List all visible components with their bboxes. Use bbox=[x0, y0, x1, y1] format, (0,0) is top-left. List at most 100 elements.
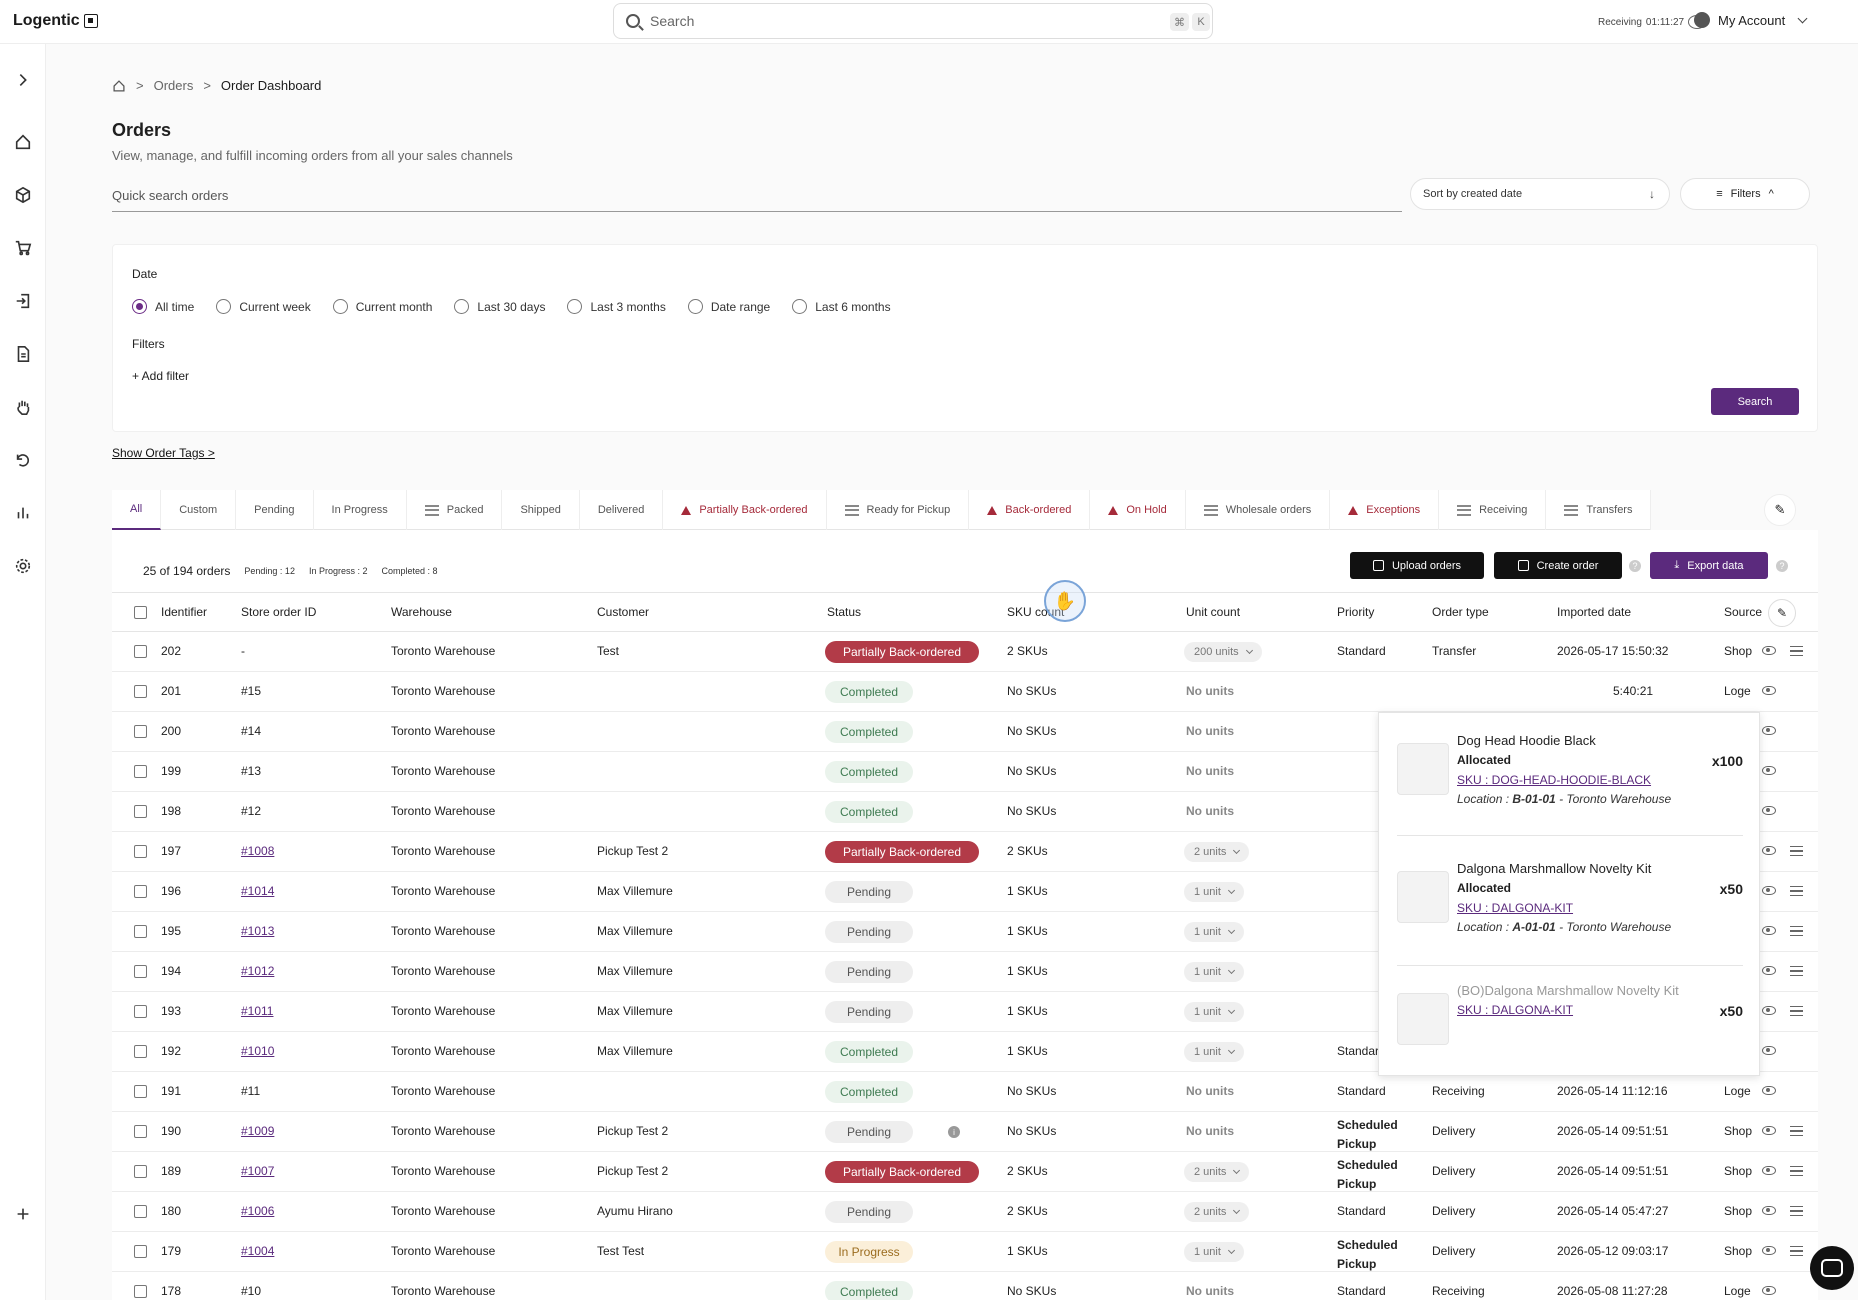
row-checkbox[interactable] bbox=[134, 765, 147, 778]
row-checkbox[interactable] bbox=[134, 1085, 147, 1098]
order-identifier[interactable]: 180 bbox=[161, 1204, 181, 1218]
tab-packed[interactable]: Packed bbox=[407, 490, 503, 530]
unit-count-dropdown[interactable]: 1 unit bbox=[1184, 1002, 1244, 1022]
store-order-id[interactable]: #1008 bbox=[241, 844, 274, 858]
row-checkbox[interactable] bbox=[134, 885, 147, 898]
expand-icon[interactable] bbox=[13, 70, 33, 90]
eye-icon[interactable] bbox=[1762, 886, 1776, 895]
date-radio-option[interactable]: Current month bbox=[332, 299, 432, 314]
document-icon[interactable] bbox=[13, 344, 33, 364]
table-row[interactable]: 189 #1007 Toronto Warehouse Pickup Test 2 Pa… bbox=[112, 1152, 1818, 1192]
tab-in-progress[interactable]: In Progress bbox=[314, 490, 407, 530]
menu-icon[interactable] bbox=[1790, 646, 1803, 656]
order-identifier[interactable]: 178 bbox=[161, 1284, 181, 1298]
row-checkbox[interactable] bbox=[134, 965, 147, 978]
table-row[interactable]: 179 #1004 Toronto Warehouse Test Test In Pro… bbox=[112, 1232, 1818, 1272]
column-header[interactable]: Customer bbox=[597, 605, 649, 619]
tab-shipped[interactable]: Shipped bbox=[502, 490, 580, 530]
menu-icon[interactable] bbox=[1790, 966, 1803, 976]
eye-icon[interactable] bbox=[1762, 966, 1776, 975]
eye-icon[interactable] bbox=[1762, 646, 1776, 655]
eye-icon[interactable] bbox=[1762, 1246, 1776, 1255]
unit-count-dropdown[interactable]: 1 unit bbox=[1184, 882, 1244, 902]
row-checkbox[interactable] bbox=[134, 1045, 147, 1058]
order-identifier[interactable]: 195 bbox=[161, 924, 181, 938]
order-identifier[interactable]: 198 bbox=[161, 804, 181, 818]
row-checkbox[interactable] bbox=[134, 1205, 147, 1218]
tab-custom[interactable]: Custom bbox=[161, 490, 237, 530]
breadcrumb-orders[interactable]: Orders bbox=[154, 78, 194, 93]
chat-button[interactable] bbox=[1810, 1246, 1854, 1290]
chart-icon[interactable] bbox=[13, 503, 33, 523]
store-order-id[interactable]: #1007 bbox=[241, 1164, 274, 1178]
row-checkbox[interactable] bbox=[134, 845, 147, 858]
order-identifier[interactable]: 200 bbox=[161, 724, 181, 738]
order-identifier[interactable]: 190 bbox=[161, 1124, 181, 1138]
date-radio-option[interactable]: Current week bbox=[216, 299, 311, 314]
eye-icon[interactable] bbox=[1762, 846, 1776, 855]
home-icon[interactable] bbox=[13, 132, 33, 152]
hand-icon[interactable] bbox=[13, 397, 33, 417]
unit-count-dropdown[interactable]: 2 units bbox=[1184, 842, 1250, 862]
unit-count-dropdown[interactable]: 1 unit bbox=[1184, 922, 1244, 942]
store-order-id[interactable]: #1004 bbox=[241, 1244, 274, 1258]
order-identifier[interactable]: 196 bbox=[161, 884, 181, 898]
store-order-id[interactable]: #1009 bbox=[241, 1124, 274, 1138]
filters-toggle-button[interactable]: ≡ Filters ^ bbox=[1680, 178, 1810, 210]
edit-tabs-button[interactable]: ✎ bbox=[1764, 494, 1796, 526]
tab-pending[interactable]: Pending bbox=[236, 490, 314, 530]
return-icon[interactable] bbox=[13, 450, 33, 470]
order-identifier[interactable]: 189 bbox=[161, 1164, 181, 1178]
eye-icon[interactable] bbox=[1762, 766, 1776, 775]
store-order-id[interactable]: #1012 bbox=[241, 964, 274, 978]
row-checkbox[interactable] bbox=[134, 925, 147, 938]
unit-count-dropdown[interactable]: 2 units bbox=[1184, 1162, 1250, 1182]
row-checkbox[interactable] bbox=[134, 645, 147, 658]
tab-partially-back-ordered[interactable]: Partially Back-ordered bbox=[663, 490, 827, 530]
date-radio-option[interactable]: All time bbox=[132, 299, 194, 314]
sort-select[interactable]: Sort by created date ↓ bbox=[1410, 178, 1670, 210]
show-order-tags-link[interactable]: Show Order Tags > bbox=[112, 446, 215, 460]
cart-icon[interactable] bbox=[13, 238, 33, 258]
menu-icon[interactable] bbox=[1790, 1006, 1803, 1016]
plus-icon[interactable] bbox=[13, 1204, 33, 1224]
row-checkbox[interactable] bbox=[134, 1245, 147, 1258]
store-order-id[interactable]: #1014 bbox=[241, 884, 274, 898]
column-header[interactable]: Identifier bbox=[161, 605, 207, 619]
create-order-button[interactable]: Create order bbox=[1494, 552, 1622, 579]
help-icon[interactable]: ? bbox=[1629, 560, 1641, 572]
column-header[interactable]: Source bbox=[1724, 605, 1762, 619]
eye-icon[interactable] bbox=[1762, 1286, 1776, 1295]
column-header[interactable]: Imported date bbox=[1557, 605, 1631, 619]
table-row[interactable]: 180 #1006 Toronto Warehouse Ayumu Hirano Pen… bbox=[112, 1192, 1818, 1232]
import-icon[interactable] bbox=[13, 291, 33, 311]
tab-transfers[interactable]: Transfers bbox=[1546, 490, 1652, 530]
unit-count-dropdown[interactable]: 2 units bbox=[1184, 1202, 1250, 1222]
eye-icon[interactable] bbox=[1762, 686, 1776, 695]
eye-icon[interactable] bbox=[1762, 926, 1776, 935]
row-checkbox[interactable] bbox=[134, 805, 147, 818]
menu-icon[interactable] bbox=[1790, 886, 1803, 896]
store-order-id[interactable]: #1011 bbox=[241, 1004, 273, 1018]
unit-count-dropdown[interactable]: 1 unit bbox=[1184, 1042, 1244, 1062]
eye-icon[interactable] bbox=[1762, 726, 1776, 735]
menu-icon[interactable] bbox=[1790, 926, 1803, 936]
tab-wholesale-orders[interactable]: Wholesale orders bbox=[1186, 490, 1331, 530]
tab-ready-for-pickup[interactable]: Ready for Pickup bbox=[827, 490, 970, 530]
eye-icon[interactable] bbox=[1762, 1206, 1776, 1215]
row-checkbox[interactable] bbox=[134, 1285, 147, 1298]
add-filter-button[interactable]: + Add filter bbox=[132, 369, 189, 383]
order-identifier[interactable]: 191 bbox=[161, 1084, 181, 1098]
order-identifier[interactable]: 179 bbox=[161, 1244, 181, 1258]
eye-icon[interactable] bbox=[1762, 806, 1776, 815]
table-row[interactable]: 178 #10 Toronto Warehouse Completed No SKUs N… bbox=[112, 1272, 1818, 1300]
column-header[interactable]: Store order ID bbox=[241, 605, 316, 619]
column-header[interactable]: Priority bbox=[1337, 605, 1374, 619]
column-header[interactable]: Order type bbox=[1432, 605, 1489, 619]
order-identifier[interactable]: 192 bbox=[161, 1044, 181, 1058]
info-icon[interactable]: i bbox=[948, 1126, 960, 1138]
sku-link[interactable]: SKU : DALGONA-KIT bbox=[1457, 901, 1573, 915]
order-identifier[interactable]: 197 bbox=[161, 844, 181, 858]
column-header[interactable]: Status bbox=[827, 605, 861, 619]
date-radio-option[interactable]: Last 6 months bbox=[792, 299, 891, 314]
